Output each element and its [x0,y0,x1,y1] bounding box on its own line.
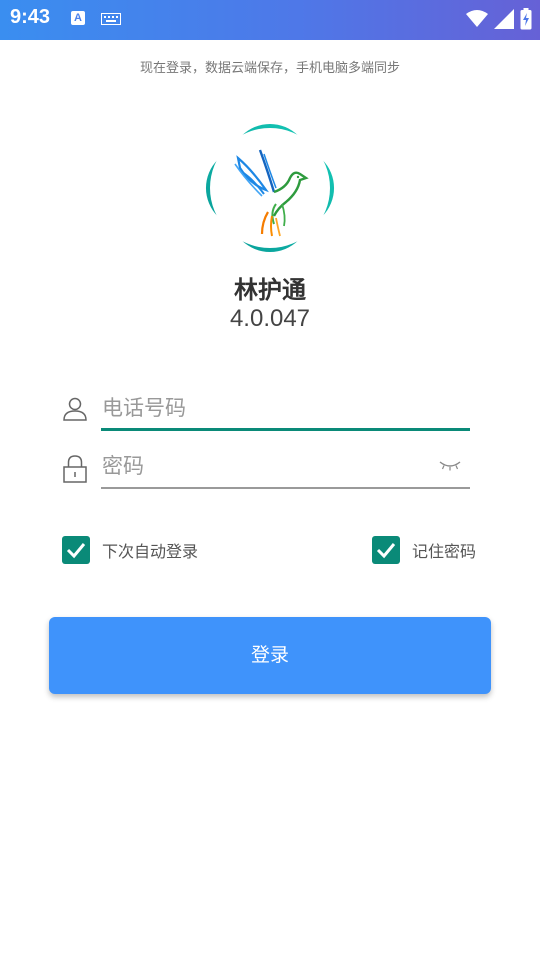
password-field[interactable]: 密码 [62,448,472,492]
password-input[interactable]: 密码 [101,448,470,488]
check-icon [66,543,86,559]
remember-password-option[interactable]: 记住密码 [372,536,476,564]
login-button[interactable]: 登录 [49,617,491,694]
auto-login-label: 下次自动登录 [102,542,199,561]
eye-closed-icon[interactable] [438,460,462,472]
battery-charging-icon [520,8,532,30]
auto-login-option[interactable]: 下次自动登录 [62,536,198,564]
dove-logo-icon [205,123,335,253]
app-name: 林护通 [234,276,306,304]
status-bar: 9:43 A [0,0,540,40]
a-notification-icon: A [71,11,85,25]
login-subtitle: 现在登录，数据云端保存，手机电脑多端同步 [139,61,400,76]
app-version: 4.0.047 [229,305,311,332]
remember-password-label: 记住密码 [412,542,477,561]
phone-input[interactable]: 电话号码 [101,390,470,430]
password-underline [101,487,470,489]
lock-icon [63,455,87,483]
phone-field[interactable]: 电话号码 [62,390,472,434]
user-icon [63,397,87,421]
wifi-icon [466,10,488,27]
keyboard-icon [101,13,121,25]
phone-underline [101,428,470,431]
signal-icon [494,9,514,29]
auto-login-checkbox[interactable] [62,536,90,564]
status-time: 9:43 [10,6,51,28]
status-icons [466,8,532,30]
remember-password-checkbox[interactable] [372,536,400,564]
check-icon [376,543,396,559]
